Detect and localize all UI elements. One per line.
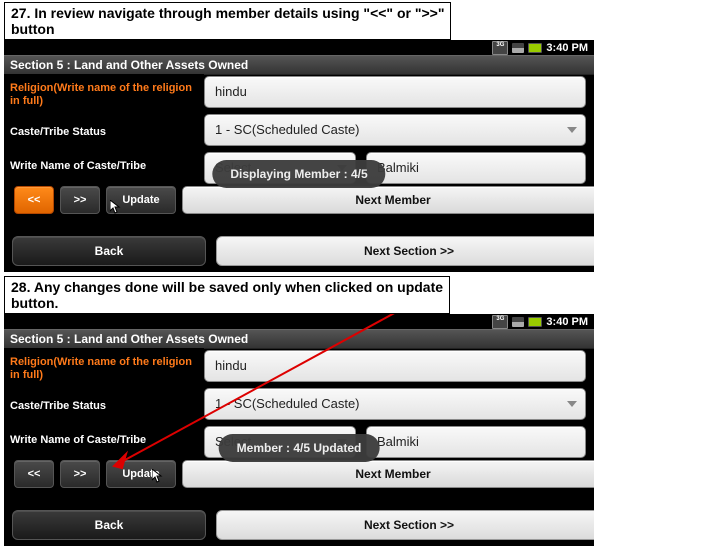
battery-icon [528, 43, 542, 53]
signal-icon [512, 317, 524, 327]
next-member-wide-button[interactable]: Next Member [182, 186, 594, 214]
instruction-28-line2: button. [11, 295, 443, 311]
network-3g-icon: 3G [492, 315, 508, 329]
back-button[interactable]: Back [12, 510, 206, 540]
toast-displaying-member: Displaying Member : 4/5 [212, 160, 385, 188]
next-member-button[interactable]: >> [60, 460, 100, 488]
back-button[interactable]: Back [12, 236, 206, 266]
instruction-27-line1: 27. In review navigate through member de… [11, 5, 444, 21]
label-caste-status: Caste/Tribe Status [10, 126, 198, 138]
battery-icon [528, 317, 542, 327]
next-section-button[interactable]: Next Section >> [216, 510, 594, 540]
status-bar: 3G 3:40 PM [492, 314, 594, 330]
network-3g-icon: 3G [492, 41, 508, 55]
label-tribe-name: Write Name of Caste/Tribe [10, 160, 198, 172]
label-religion: Religion(Write name of the religion in f… [10, 82, 198, 108]
status-bar: 3G 3:40 PM [492, 40, 594, 56]
instruction-27-line2: button [11, 21, 444, 37]
prev-member-button[interactable]: << [14, 460, 54, 488]
next-section-button[interactable]: Next Section >> [216, 236, 594, 266]
instruction-27: 27. In review navigate through member de… [4, 2, 451, 40]
instruction-28: 28. Any changes done will be saved only … [4, 276, 450, 314]
clock-text: 3:40 PM [546, 42, 588, 54]
caste-status-dropdown[interactable]: 1 - SC(Scheduled Caste) [204, 114, 586, 146]
religion-input[interactable]: hindu [204, 76, 586, 108]
instruction-28-line1: 28. Any changes done will be saved only … [11, 279, 443, 295]
signal-icon [512, 43, 524, 53]
phone-screen-1: 3G 3:40 PM Section 5 : Land and Other As… [4, 40, 594, 272]
prev-member-button[interactable]: << [14, 186, 54, 214]
next-member-button[interactable]: >> [60, 186, 100, 214]
phone-screen-2: 3G 3:40 PM Section 5 : Land and Other As… [4, 314, 594, 546]
update-button[interactable]: Update [106, 186, 176, 214]
tribe-name-input[interactable]: Balmiki [366, 152, 586, 184]
clock-text: 3:40 PM [546, 316, 588, 328]
section-header: Section 5 : Land and Other Assets Owned [4, 55, 594, 75]
red-arrow-annotation [104, 314, 454, 476]
